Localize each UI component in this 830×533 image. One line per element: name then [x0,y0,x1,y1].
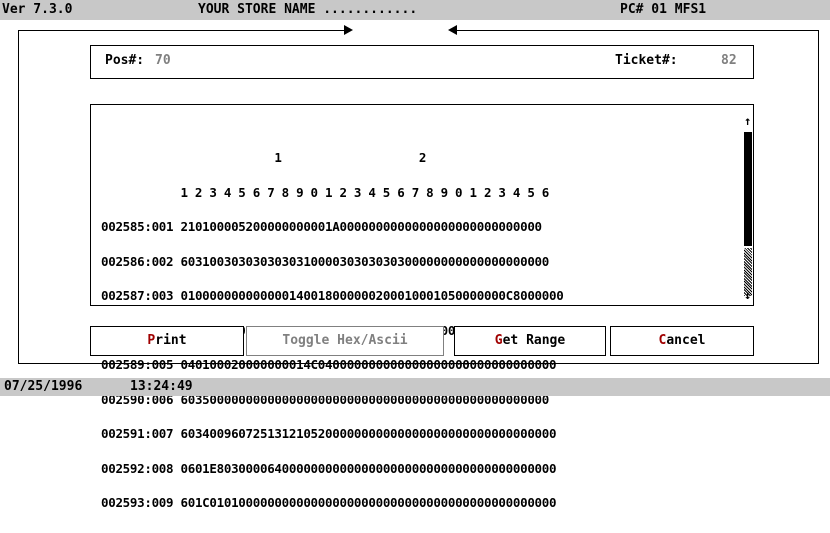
frame-left [18,30,19,364]
data-row: 002585:001 210100005200000000001A0000000… [101,219,563,234]
pc-id: PC# 01 MFS1 [620,2,707,17]
row-data: 6034009607251312105200000000000000000000… [180,426,557,441]
row-address: 002592:008 [101,460,174,476]
pos-value: 70 [155,53,171,68]
ticket-label: Ticket#: [615,53,678,68]
hex-data-view[interactable]: 1 2 1 2 3 4 5 6 7 8 9 0 1 2 3 4 5 6 7 8 … [90,104,754,509]
cancel-label: ancel [666,333,706,348]
get-range-button[interactable]: Get Range [454,326,606,356]
data-row: 002591:007 60340096072513121052000000000… [101,426,563,441]
scroll-up-arrow-icon[interactable]: ↑ [744,115,751,127]
toggle-hex-ascii-button[interactable]: Toggle Hex/Ascii [246,326,444,356]
data-row: 002592:008 0601E803000064000000000000000… [101,460,563,476]
row-address: 002593:009 [101,495,174,510]
arrow-right-icon [344,25,353,35]
status-date: 07/25/1996 [4,379,83,394]
column-header-ones: 1 2 3 4 5 6 7 8 9 0 1 2 3 4 5 6 7 8 9 0 … [101,184,549,200]
scroll-down-arrow-icon[interactable]: ↓ [744,289,751,301]
row-data: 040100020000000014C040000000000000000000… [180,357,557,372]
row-data: 0601E80300006400000000000000000000000000… [180,460,557,476]
row-data: 601C010100000000000000000000000000000000… [180,495,557,510]
row-data: 0100000000000001400180000002000100010500… [180,288,564,303]
column-header-tens: 1 2 [101,150,427,165]
bottom-status-bar: 07/25/1996 13:24:49 [0,378,830,396]
print-button[interactable]: Print [90,326,244,356]
row-address: 002589:005 [101,357,174,372]
data-row: 002593:009 601C0101000000000000000000000… [101,495,563,510]
data-row: 002589:005 040100020000000014C0400000000… [101,357,563,372]
pos-label: Pos#: [105,53,145,68]
arrow-line-left [270,30,348,31]
scroll-thumb[interactable] [744,132,752,246]
vertical-scrollbar[interactable]: ↑ ↓ [744,107,752,301]
status-time: 13:24:49 [130,379,193,394]
pos-ticket-panel: Pos#: 70 Ticket#: 82 [90,45,754,79]
data-row: 002587:003 01000000000000014001800000020… [101,288,564,303]
frame-top-right [456,30,819,31]
ticket-value: 82 [721,53,737,68]
frame-right [818,30,819,364]
row-data: 210100005200000000001A000000000000000000… [180,219,543,234]
top-status-bar: Ver 7.3.0 YOUR STORE NAME ............ P… [0,0,830,20]
row-address: 002587:003 [101,288,174,303]
frame-top-left [18,30,270,31]
cancel-button[interactable]: Cancel [610,326,754,356]
get-range-hotkey: G [494,333,503,348]
version-label: Ver 7.3.0 [2,2,73,17]
row-address: 002586:002 [101,253,174,269]
toggle-label: Toggle Hex/Ascii [282,333,408,348]
row-address: 002585:001 [101,219,174,234]
data-row: 002586:002 60310030303030303100003030303… [101,253,563,269]
get-range-label: et Range [502,333,566,348]
print-label: rint [155,333,187,348]
row-data: 6031003030303030310000303030303000000000… [180,253,550,269]
store-name: YOUR STORE NAME ............ [198,2,418,17]
row-address: 002591:007 [101,426,174,441]
